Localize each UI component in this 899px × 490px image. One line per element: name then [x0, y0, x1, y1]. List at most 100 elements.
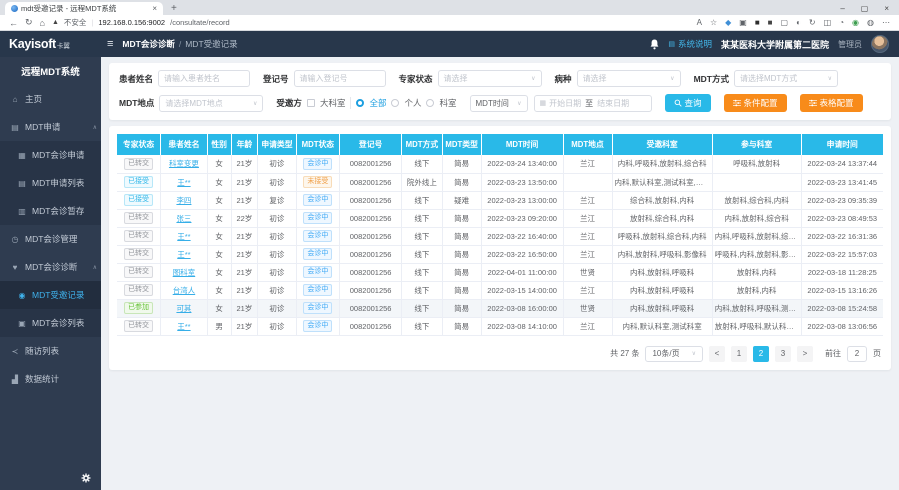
split-screen-icon[interactable]: ◫ [824, 18, 832, 27]
condition-config-button[interactable]: 条件配置 [724, 94, 787, 112]
sidebar-item-mdt-apply[interactable]: ▤MDT申请∧ [0, 113, 101, 141]
radio-personal-label[interactable]: 个人 [404, 97, 421, 109]
breadcrumb-section: MDT会诊诊断 [122, 38, 174, 50]
bell-icon[interactable] [650, 39, 659, 50]
mdt-method-cell: 线下 [402, 245, 443, 263]
age-cell: 21岁 [231, 191, 258, 209]
expert-status-cell: 已转交 [117, 227, 161, 245]
radio-all[interactable] [356, 99, 364, 107]
mdt-method-cell: 线下 [402, 317, 443, 335]
patient-name-link[interactable]: 可其 [176, 304, 191, 313]
close-window-icon[interactable]: × [884, 4, 889, 13]
collapse-menu-icon[interactable]: ≡ [107, 38, 113, 50]
age-cell: 22岁 [231, 209, 258, 227]
expert-status-cell: 已转交 [117, 317, 161, 335]
table-config-button[interactable]: 表格配置 [800, 94, 863, 112]
expert-status-tag: 已参加 [124, 302, 153, 315]
patient-name-link[interactable]: 张三 [176, 214, 191, 223]
invited-depts-cell: 内科,放射科,呼吸科,影像科 [612, 245, 712, 263]
extension-colored-icon[interactable]: ◆ [725, 18, 731, 27]
close-tab-icon[interactable]: × [152, 4, 157, 13]
refresh-icon[interactable]: ↻ [25, 17, 33, 28]
more-icon[interactable]: ⋯ [882, 18, 890, 27]
patient-name-link[interactable]: 台湾人 [173, 286, 196, 295]
mdt-location-select[interactable]: 请选择MDT地点∨ [159, 95, 263, 112]
collections-icon[interactable]: ▣ [739, 18, 747, 27]
radio-all-label[interactable]: 全部 [369, 97, 386, 109]
search-button[interactable]: 查询 [665, 94, 711, 112]
sidebar-item-statistics[interactable]: ▟数据统计 [0, 365, 101, 393]
mdt-method-cell: 线下 [402, 227, 443, 245]
mdt-type-cell: 简易 [442, 209, 481, 227]
column-header: 性别 [207, 134, 231, 155]
register-no-input[interactable]: 请输入登记号 [294, 70, 386, 87]
favorites-star-icon[interactable]: ☆ [710, 18, 717, 27]
mdt-type-cell: 简易 [442, 317, 481, 335]
date-range-picker[interactable]: ▦ 开始日期 至 结束日期 [534, 95, 652, 112]
radio-dept-label[interactable]: 科室 [439, 97, 456, 109]
apply-type-cell: 初诊 [258, 263, 296, 281]
apply-type-cell: 复诊 [258, 191, 296, 209]
sidebar-item-consult-list[interactable]: ▣MDT会诊列表 [0, 309, 101, 337]
extension-m-icon[interactable]: ■ [755, 18, 760, 27]
url-field[interactable]: ▲ 不安全 | 192.168.0.156:9002/consultate/re… [52, 17, 690, 28]
sidebar-item-apply-list[interactable]: ▤MDT申请列表 [0, 169, 101, 197]
patient-name-link[interactable]: 王** [177, 250, 190, 259]
profile-icon[interactable]: ◍ [867, 18, 874, 27]
patient-name-link[interactable]: 王** [177, 232, 190, 241]
page-size-select[interactable]: 10条/页∨ [645, 346, 703, 362]
prev-page-button[interactable]: < [709, 346, 725, 362]
text-size-icon[interactable]: A [697, 18, 702, 27]
browser-essentials-icon[interactable]: ◔ [839, 18, 844, 27]
time-type-select[interactable]: MDT时间∨ [470, 95, 528, 112]
new-tab-button[interactable]: + [171, 3, 177, 15]
sync-icon[interactable]: ↻ [809, 18, 816, 27]
back-icon[interactable]: ← [9, 18, 18, 28]
sidebar-item-invite-record[interactable]: ◉MDT受邀记录 [0, 281, 101, 309]
sidebar-item-label: MDT会诊列表 [32, 317, 84, 329]
extension-dark-icon[interactable]: ■ [768, 18, 773, 27]
sidebar-item-follow-up[interactable]: ≺随访列表 [0, 337, 101, 365]
invited-depts-cell: 内科,默认科室,测试科室,放射科 [612, 173, 712, 191]
patient-name-input[interactable]: 请输入患者姓名 [158, 70, 250, 87]
apply-time-cell: 2022-03-18 11:28:25 [801, 263, 883, 281]
avatar[interactable] [871, 35, 889, 53]
system-note-link[interactable]: ▤ 系统说明 [668, 38, 712, 50]
patient-name-link[interactable]: 科室变更 [169, 159, 199, 168]
expert-status-tag: 已转交 [124, 230, 153, 243]
apply-time-cell: 2022-03-23 08:49:53 [801, 209, 883, 227]
sidebar-item-apply-form[interactable]: ▦MDT会诊申请 [0, 141, 101, 169]
mdt-method-select[interactable]: 请选择MDT方式∨ [734, 70, 838, 87]
disease-select[interactable]: 请选择∨ [577, 70, 681, 87]
sidebar-item-mdt-diagnosis[interactable]: ♥MDT会诊诊断∧ [0, 253, 101, 281]
sidebar-item-mdt-manage[interactable]: ◷MDT会诊管理 [0, 225, 101, 253]
patient-name-link[interactable]: 王** [177, 178, 190, 187]
screenshot-icon[interactable]: ▢ [781, 18, 789, 27]
wallet-icon[interactable]: ◉ [852, 18, 859, 27]
minimize-window-icon[interactable]: – [840, 4, 844, 13]
next-page-button[interactable]: > [797, 346, 813, 362]
patient-name-link[interactable]: 图科室 [173, 268, 196, 277]
patient-name-link[interactable]: 李四 [176, 196, 191, 205]
patient-name-link[interactable]: 王** [177, 322, 190, 331]
sidebar-item-apply-draft[interactable]: ▥MDT会诊暂存 [0, 197, 101, 225]
goto-page-input[interactable]: 2 [847, 346, 867, 362]
maximize-window-icon[interactable]: ▢ [861, 4, 869, 13]
big-dept-checkbox-label[interactable]: 大科室 [320, 97, 346, 109]
sidebar-item-home[interactable]: ⌂主页 [0, 85, 101, 113]
page-button-2[interactable]: 2 [753, 346, 769, 362]
home-icon[interactable]: ⌂ [40, 18, 45, 28]
column-header: MDT时间 [481, 134, 563, 155]
radio-personal[interactable] [391, 99, 399, 107]
big-dept-checkbox[interactable] [307, 99, 315, 107]
hospital-name: 某某医科大学附属第二医院 [721, 38, 829, 51]
record-icon: ◉ [17, 291, 27, 300]
media-icon[interactable]: ◐ [796, 18, 801, 27]
radio-dept[interactable] [426, 99, 434, 107]
page-button-3[interactable]: 3 [775, 346, 791, 362]
expert-status-select[interactable]: 请选择∨ [438, 70, 542, 87]
gear-icon[interactable] [81, 473, 91, 483]
goto-suffix: 页 [873, 348, 881, 359]
page-button-1[interactable]: 1 [731, 346, 747, 362]
browser-tab[interactable]: mdt受邀记录 - 远程MDT系统 × [5, 2, 163, 15]
